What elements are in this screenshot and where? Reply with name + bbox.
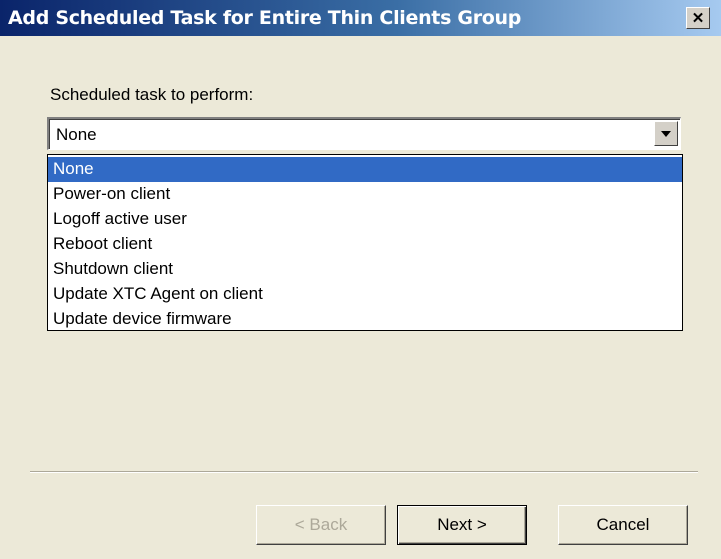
title-bar: Add Scheduled Task for Entire Thin Clien… [0, 0, 721, 36]
window-title: Add Scheduled Task for Entire Thin Clien… [8, 7, 522, 29]
task-select[interactable]: None [47, 117, 681, 150]
dropdown-option-reboot[interactable]: Reboot client [48, 232, 682, 257]
cancel-button[interactable]: Cancel [558, 505, 688, 545]
close-button[interactable]: ✕ [686, 7, 710, 29]
task-dropdown-list: None Power-on client Logoff active user … [47, 154, 683, 331]
task-select-value: None [56, 125, 97, 144]
dropdown-option-update-firmware[interactable]: Update device firmware [48, 307, 682, 332]
task-label: Scheduled task to perform: [50, 85, 254, 104]
dropdown-option-power-on[interactable]: Power-on client [48, 182, 682, 207]
dropdown-arrow-button[interactable] [654, 121, 678, 146]
dropdown-option-shutdown[interactable]: Shutdown client [48, 257, 682, 282]
back-button[interactable]: < Back [256, 505, 386, 545]
dropdown-option-update-agent[interactable]: Update XTC Agent on client [48, 282, 682, 307]
next-button[interactable]: Next > [397, 505, 527, 545]
dropdown-option-logoff[interactable]: Logoff active user [48, 207, 682, 232]
close-icon: ✕ [691, 9, 705, 27]
chevron-down-icon [661, 130, 671, 137]
dropdown-option-none[interactable]: None [48, 157, 682, 182]
footer-divider [30, 471, 698, 473]
